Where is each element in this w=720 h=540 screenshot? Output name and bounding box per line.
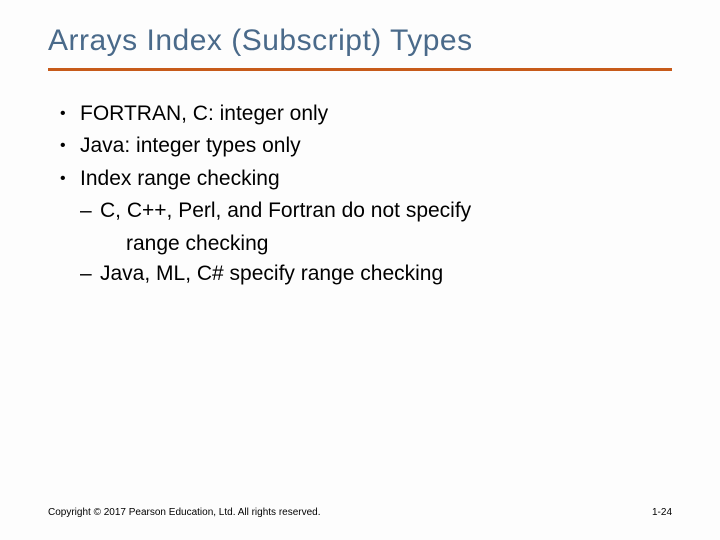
sub-bullet-continuation: range checking [56,229,672,259]
sub-bullet-marker: – [80,196,100,226]
content-area: • FORTRAN, C: integer only • Java: integ… [48,99,672,290]
sub-bullet-text: C, C++, Perl, and Fortran do not specify [100,196,672,226]
sub-bullet-item: – Java, ML, C# specify range checking [56,259,672,289]
footer: Copyright © 2017 Pearson Education, Ltd.… [48,507,672,518]
bullet-text: Java: integer types only [80,131,672,161]
bullet-item: • Index range checking [56,164,672,194]
sub-bullet-marker: – [80,259,100,289]
bullet-marker: • [56,99,80,129]
sub-bullet-item: – C, C++, Perl, and Fortran do not speci… [56,196,672,226]
sub-bullet-text: Java, ML, C# specify range checking [100,259,672,289]
title-divider [48,68,672,71]
page-number: 1-24 [652,507,672,518]
bullet-marker: • [56,131,80,161]
bullet-text: Index range checking [80,164,672,194]
slide-title: Arrays Index (Subscript) Types [48,24,672,58]
bullet-marker: • [56,164,80,194]
bullet-item: • FORTRAN, C: integer only [56,99,672,129]
bullet-text: FORTRAN, C: integer only [80,99,672,129]
slide: Arrays Index (Subscript) Types • FORTRAN… [0,0,720,540]
bullet-item: • Java: integer types only [56,131,672,161]
copyright-text: Copyright © 2017 Pearson Education, Ltd.… [48,507,321,518]
